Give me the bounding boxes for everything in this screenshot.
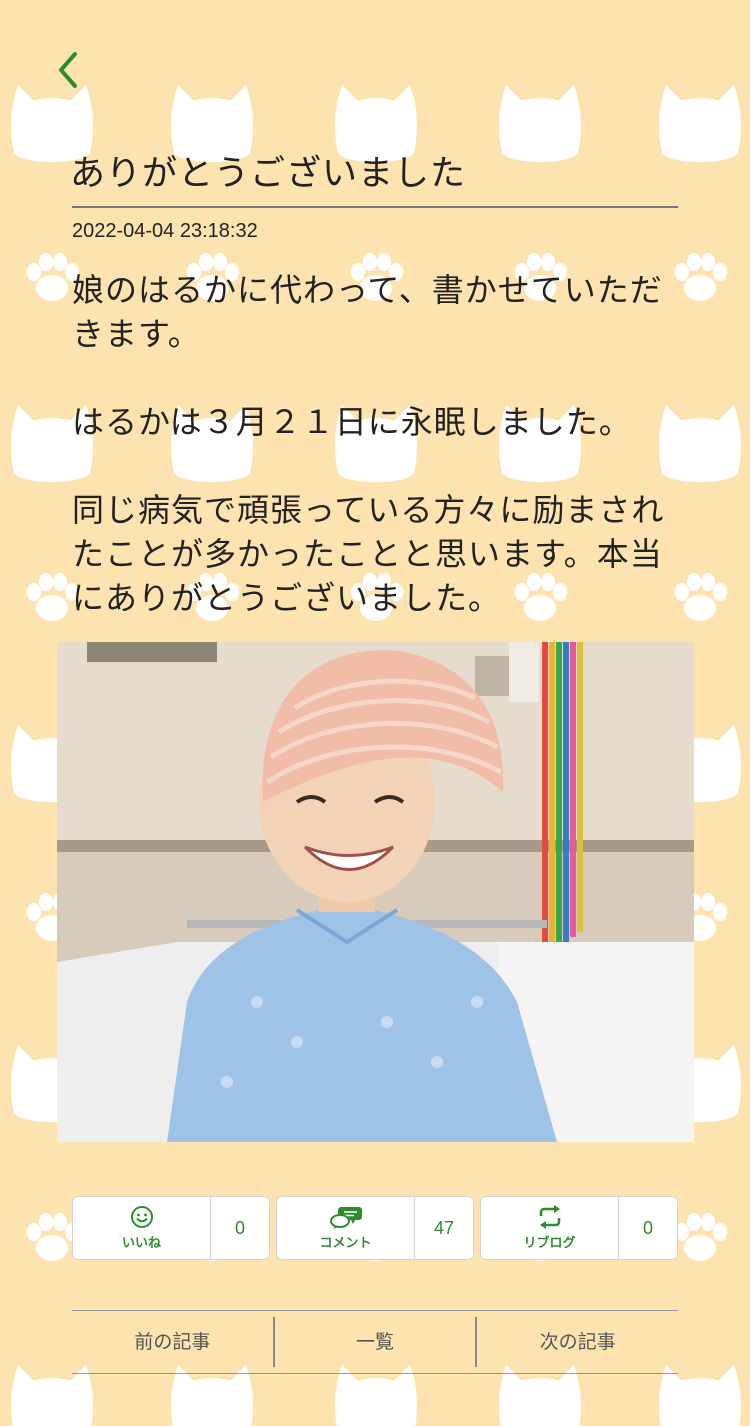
post-photo[interactable] — [57, 642, 694, 1142]
like-button[interactable]: いいね 0 — [72, 1196, 270, 1260]
repost-icon — [539, 1205, 560, 1229]
post-paragraph: 娘のはるかに代わって、書かせていただきます。 — [72, 271, 663, 353]
post-paragraph: はるかは３月２１日に永眠しました。 — [72, 403, 632, 441]
back-button[interactable] — [48, 48, 88, 92]
like-count: 0 — [234, 1217, 245, 1238]
post-date: 2022-04-04 23:18:32 — [72, 220, 258, 242]
chevron-left-icon — [59, 52, 77, 88]
title-divider — [72, 206, 678, 208]
comment-count: 47 — [433, 1217, 455, 1238]
photo-illustration — [57, 642, 694, 1142]
reblog-label: リブログ — [523, 1236, 576, 1251]
post-title: ありがとうございました — [70, 154, 467, 194]
reblog-count: 0 — [642, 1217, 653, 1238]
article-list-link[interactable]: 一覧 — [275, 1318, 476, 1366]
reaction-bar: いいね 0 コメント 47 リブログ 0 — [72, 1196, 678, 1260]
reblog-button[interactable]: リブログ 0 — [480, 1196, 678, 1260]
speech-bubbles-icon — [329, 1207, 362, 1229]
comment-button[interactable]: コメント 47 — [276, 1196, 474, 1260]
post-paragraph: 同じ病気で頑張っている方々に励まされたことが多かったことと思います。本当にありが… — [72, 491, 665, 617]
like-label: いいね — [121, 1236, 161, 1251]
comment-label: コメント — [319, 1236, 372, 1251]
prev-article-link[interactable]: 前の記事 — [72, 1318, 273, 1366]
smiley-icon — [130, 1206, 153, 1228]
article-navigation: 前の記事 一覧 次の記事 — [72, 1310, 678, 1374]
post-body: 娘のはるかに代わって、書かせていただきます。 はるかは３月２１日に永眠しました。… — [72, 268, 682, 620]
next-article-link[interactable]: 次の記事 — [477, 1318, 678, 1366]
blog-post-page: ありがとうございました 2022-04-04 23:18:32 娘のはるかに代わ… — [0, 0, 750, 1426]
